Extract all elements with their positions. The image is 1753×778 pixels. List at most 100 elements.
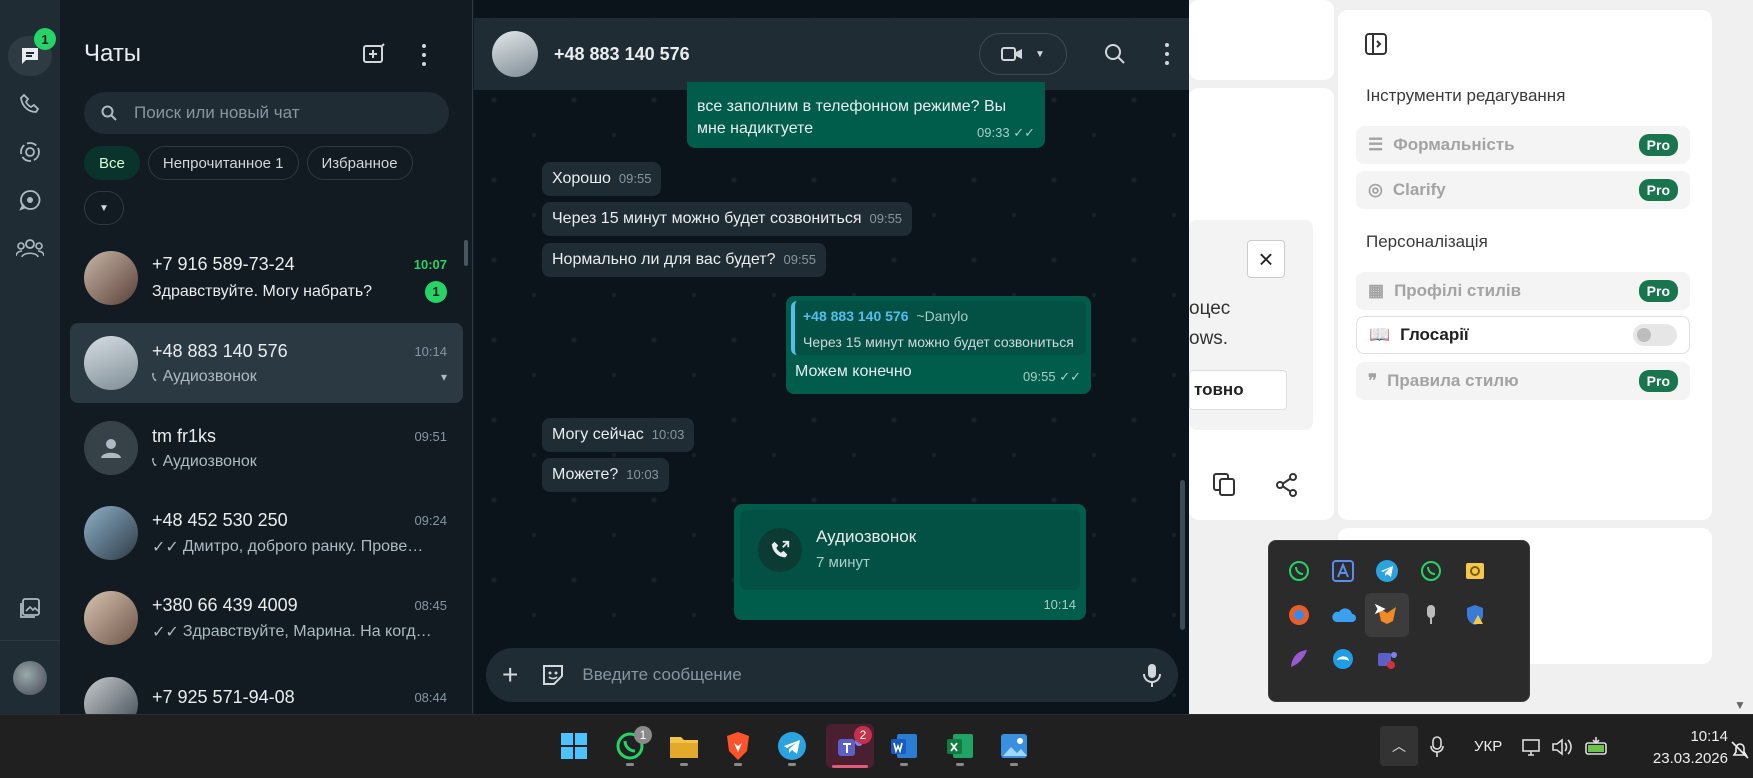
microphone-status-icon[interactable] — [1430, 736, 1450, 758]
chat-list-item[interactable]: +380 66 439 4009 08:45 ✓✓ Здравствуйте, Ма… — [70, 578, 463, 658]
pro-badge: Pro — [1638, 280, 1678, 302]
section-personalization: Персоналізація — [1366, 232, 1488, 251]
contact-avatar[interactable] — [492, 31, 538, 77]
message-time: 10:03 — [626, 467, 659, 482]
whatsapp-tray-icon[interactable] — [1409, 549, 1453, 593]
tool-style-profiles[interactable]: ▦ Профілі стилів Pro — [1356, 272, 1690, 310]
feather-app-tray-icon[interactable] — [1277, 637, 1321, 681]
communities-nav-icon[interactable] — [8, 228, 52, 268]
list-scrollbar[interactable] — [464, 240, 468, 266]
fox-app-tray-icon[interactable]: ➤ — [1365, 593, 1409, 637]
quote-author: +48 883 140 576 — [803, 308, 909, 324]
message-incoming[interactable]: Можете? 10:03 — [542, 458, 669, 492]
tool-clarify[interactable]: ◎ Clarify Pro — [1356, 171, 1690, 209]
security-warning-shield-icon[interactable] — [1453, 593, 1497, 637]
formality-icon: ☰ — [1368, 135, 1384, 154]
tool-glossaries-label: Глосарії — [1400, 325, 1469, 344]
volume-icon[interactable] — [1550, 736, 1574, 758]
copy-icon[interactable] — [1210, 470, 1238, 498]
network-icon[interactable] — [1520, 736, 1542, 758]
status-nav-icon[interactable] — [8, 132, 52, 172]
more-filters-chevron-icon[interactable]: ▼ — [84, 191, 124, 225]
message-outgoing[interactable]: все заполним в телефонном режиме? Вы мне… — [687, 82, 1045, 148]
telegram-tray-icon[interactable] — [1365, 549, 1409, 593]
filter-favorites[interactable]: Избранное — [306, 146, 413, 180]
section-editing-tools: Інструменти редагування — [1366, 86, 1566, 105]
chat-time: 10:14 — [414, 343, 447, 359]
start-windows-icon[interactable] — [552, 724, 596, 768]
glossaries-toggle[interactable] — [1633, 324, 1677, 346]
notes-tray-icon[interactable] — [1453, 549, 1497, 593]
filter-all[interactable]: Все — [84, 146, 140, 180]
message-incoming[interactable]: Хорошо 09:55 — [542, 162, 662, 196]
clock-date[interactable]: 23.03.2026 — [1618, 750, 1728, 767]
battery-charging-icon[interactable] — [1584, 736, 1610, 758]
profile-avatar[interactable] — [8, 658, 52, 698]
tool-formality[interactable]: ☰ Формальність Pro — [1356, 126, 1690, 164]
browser-tray-icon[interactable] — [1277, 593, 1321, 637]
tool-style-rules[interactable]: ❞ Правила стилю Pro — [1356, 362, 1690, 400]
chevron-down-icon[interactable]: ▾ — [441, 370, 447, 384]
calls-nav-icon[interactable] — [8, 84, 52, 124]
microphone-icon[interactable] — [1142, 662, 1162, 688]
message-incoming[interactable]: Нормально ли для вас будет? 09:55 — [542, 243, 827, 277]
menu-kebab-icon[interactable] — [1163, 43, 1171, 65]
search-input[interactable]: Поиск или новый чат — [84, 92, 449, 134]
notifications-do-not-disturb-icon[interactable] — [1730, 740, 1750, 760]
sticker-icon[interactable] — [540, 662, 566, 688]
attach-plus-icon[interactable]: + — [502, 661, 518, 689]
message-incoming[interactable]: Через 15 минут можно будет созвониться 09… — [542, 202, 913, 236]
chat-list-item[interactable]: +7 916 589-73-24 10:07 Здравствуйте. Могу… — [70, 238, 463, 318]
panel-toggle-icon[interactable] — [1364, 32, 1388, 56]
tool-glossaries[interactable]: 📖 Глосарії — [1356, 316, 1690, 354]
whatsapp-tray-icon[interactable] — [1277, 549, 1321, 593]
chat-list-item[interactable]: +7 925 571-94-08 08:44 — [70, 663, 463, 714]
teams-taskbar-icon[interactable]: 2 — [826, 724, 874, 768]
chat-scrollbar[interactable] — [1180, 480, 1185, 630]
video-call-button[interactable]: ▼ — [979, 33, 1067, 75]
quoted-message[interactable]: +48 883 140 576 ~Danylo Через 15 минут м… — [791, 301, 1086, 355]
telegram-taskbar-icon[interactable] — [770, 724, 814, 768]
whatsapp-taskbar-icon[interactable]: 1 — [608, 724, 652, 768]
scroll-down-arrow-icon[interactable]: ▼ — [1734, 698, 1746, 712]
show-hidden-icons-chevron-icon[interactable]: ︿ — [1380, 726, 1418, 766]
search-icon[interactable] — [1103, 42, 1127, 66]
chat-time: 09:51 — [414, 428, 447, 444]
ready-button[interactable]: товно — [1189, 370, 1287, 410]
channels-nav-icon[interactable] — [8, 180, 52, 220]
message-time: 09:55 — [783, 252, 817, 267]
onedrive-cloud-icon[interactable] — [1321, 593, 1365, 637]
message-input[interactable]: Введите сообщение — [582, 665, 741, 685]
media-nav-icon[interactable] — [8, 588, 52, 628]
dialog-text-line-2: ows. — [1189, 328, 1229, 349]
menu-kebab-icon[interactable] — [416, 42, 432, 68]
file-explorer-icon[interactable] — [662, 724, 706, 768]
share-icon[interactable] — [1274, 472, 1300, 498]
chat-list-item[interactable]: tm fr1ks 09:51 📞︎ Аудиозвонок — [70, 408, 463, 488]
chats-nav-icon[interactable]: 1 — [8, 28, 56, 76]
nav-rail: 1 — [0, 0, 60, 714]
word-icon[interactable] — [882, 724, 926, 768]
close-icon[interactable]: × — [1247, 240, 1285, 278]
edge-browser-tray-icon[interactable] — [1321, 637, 1365, 681]
message-incoming[interactable]: Могу сейчас 10:03 — [542, 418, 695, 452]
clock-time[interactable]: 10:14 — [1618, 728, 1728, 745]
message-outgoing-reply[interactable]: +48 883 140 576 ~Danylo Через 15 минут м… — [786, 296, 1091, 394]
filter-unread[interactable]: Непрочитанное 1 — [147, 146, 299, 180]
chat-preview: Аудиозвонок — [162, 452, 257, 470]
text-app-tray-icon[interactable] — [1321, 549, 1365, 593]
teams-tray-icon[interactable] — [1365, 637, 1409, 681]
message-text: Можем конечно — [795, 363, 912, 380]
microphone-tray-icon[interactable] — [1409, 593, 1453, 637]
brave-browser-icon[interactable] — [716, 724, 760, 768]
photos-icon[interactable] — [992, 724, 1036, 768]
new-chat-icon[interactable] — [360, 40, 388, 68]
chat-list-item[interactable]: +48 452 530 250 09:24 ✓✓ Дмитро, доброго р… — [70, 493, 463, 573]
chat-list-item-selected[interactable]: +48 883 140 576 10:14 📞︎ Аудиозвонок ▾ — [70, 323, 463, 403]
chat-name: +7 925 571-94-08 — [152, 687, 295, 707]
call-card[interactable]: Аудиозвонок 7 минут — [740, 510, 1080, 590]
contact-name[interactable]: +48 883 140 576 — [554, 44, 690, 65]
excel-icon[interactable] — [938, 724, 982, 768]
keyboard-language[interactable]: УКР — [1474, 738, 1502, 755]
call-message[interactable]: Аудиозвонок 7 минут 10:14 — [734, 504, 1086, 620]
